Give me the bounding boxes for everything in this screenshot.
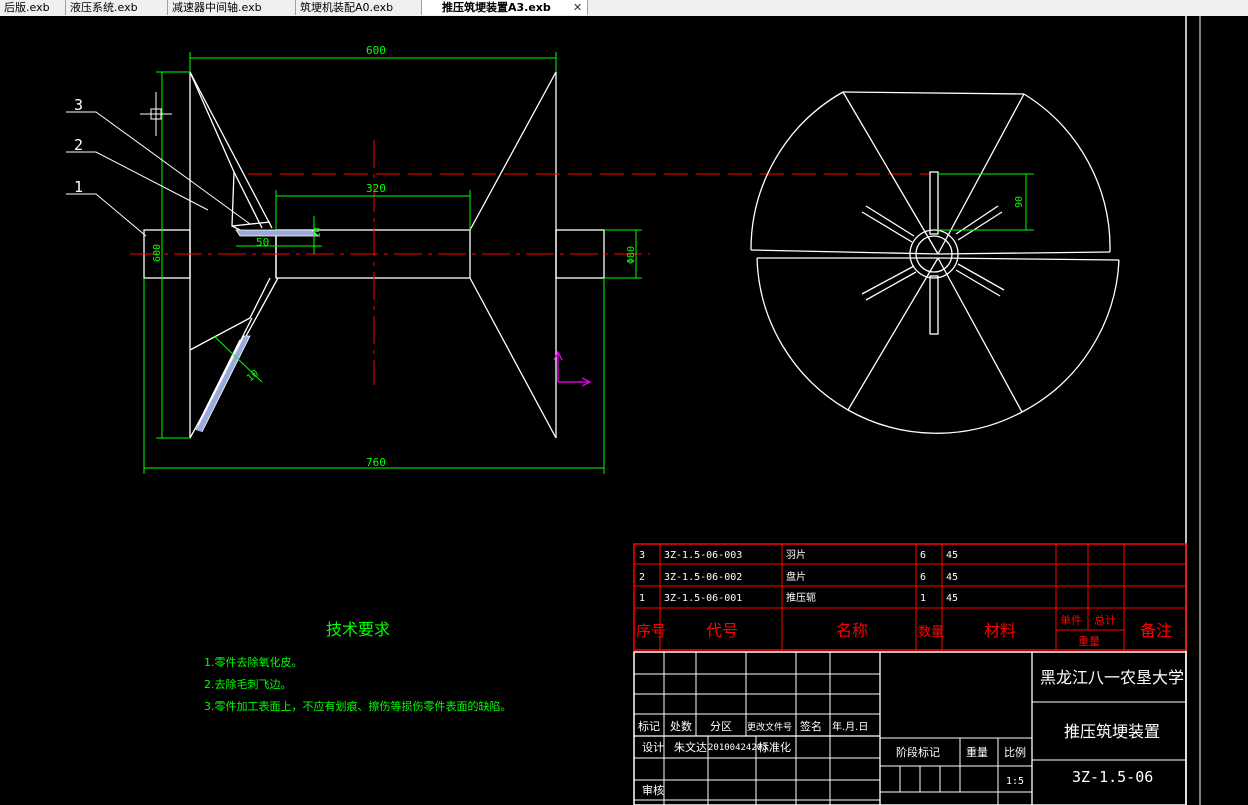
bom-row-2-code: 3Z-1.5-06-002 [664,572,742,583]
bom-header-name: 名称 [836,621,868,640]
tb-design-label: 设计 [642,741,664,754]
bom-row-2-mat: 45 [946,572,958,583]
bom-header-total: 总计 [1094,613,1116,627]
tab-document-1[interactable]: 后版.exb [0,0,66,15]
tech-requirement-1: 1.零件去除氧化皮。 [204,655,303,669]
tb-review: 审核 [642,783,664,797]
dim-top-600: 600 [366,44,386,57]
close-tab-icon[interactable]: ✕ [573,0,582,15]
dim-diameter-80: Φ80 [626,246,637,264]
bom-row-1-mat: 45 [946,593,958,604]
bom-row-1-code: 3Z-1.5-06-001 [664,593,742,604]
callout-1: 1 [74,178,83,196]
tab-label: 液压系统.exb [70,1,138,14]
tb-date: 年.月.日 [832,720,868,733]
bom-row-2-name: 盘片 [786,570,806,583]
bom-row-3-name: 羽片 [786,548,806,561]
tb-sign: 签名 [800,719,822,733]
tb-scale-value: 1:5 [1006,776,1024,787]
dim-weld-50: 50 [256,236,269,249]
bom-row-2-qty: 6 [920,572,926,583]
bom-row-3-no: 3 [639,550,645,561]
tech-requirement-3: 3.零件加工表面上，不应有划痕、擦伤等损伤零件表面的缺陷。 [204,699,512,713]
tab-document-2[interactable]: 液压系统.exb [66,0,168,15]
dim-overall-760: 760 [366,456,386,469]
callout-2: 2 [74,136,83,154]
tb-designer: 朱文达 [674,740,707,754]
dim-10: 10 [313,227,323,238]
bom-header-no: 序号 [636,622,666,640]
tb-count: 处数 [670,720,692,733]
callout-3: 3 [74,96,83,114]
bom-row-3-mat: 45 [946,550,958,561]
tb-school: 黑龙江八一农垦大学 [1040,668,1184,687]
dim-shaft-320: 320 [366,182,386,195]
tab-document-3[interactable]: 减速器中间轴.exb [168,0,296,15]
tab-label: 后版.exb [4,1,50,14]
tb-doc: 更改文件号 [747,721,792,733]
tb-standard: 标准化 [758,740,791,754]
tb-scale: 比例 [1004,745,1026,759]
bom-row-2-no: 2 [639,572,645,583]
bom-header-code: 代号 [706,621,738,640]
tb-zone: 分区 [710,720,732,733]
bom-header-weight: 重量 [1078,634,1100,648]
bom-row-3-qty: 6 [920,550,926,561]
tech-requirements-title: 技术要求 [326,620,390,639]
bom-header-single: 单件 [1060,614,1082,627]
bom-row-3-code: 3Z-1.5-06-003 [664,550,742,561]
bom-row-1-name: 推压轭 [786,591,816,604]
tab-document-4[interactable]: 筑埂机装配A0.exb [296,0,422,15]
dim-blade-90: 90 [1014,196,1025,208]
tech-requirement-2: 2.去除毛刺飞边。 [204,677,292,691]
dim-left-600: 600 [152,244,163,262]
bom-header-qty: 数量 [918,625,944,640]
tb-mark: 标记 [638,719,660,733]
tab-label: 推压筑埂装置A3.exb [442,1,551,14]
bom-header-material: 材料 [984,621,1016,640]
tab-document-5[interactable]: 推压筑埂装置A3.exb [422,0,588,15]
bom-row-1-qty: 1 [920,593,926,604]
tb-drawing-name: 推压筑埂装置 [1064,722,1160,741]
tb-drawing-code: 3Z-1.5-06 [1072,768,1153,786]
drawing-canvas[interactable]: 600 320 600 10 50 Φ80 760 10 3 2 1 90 技术… [0,16,1248,805]
tab-label: 筑埂机装配A0.exb [300,1,394,14]
bom-header-remark: 备注 [1140,621,1172,640]
tb-weight: 重量 [966,745,988,759]
tb-stage: 阶段标记 [896,745,940,759]
bom-row-1-no: 1 [639,593,645,604]
document-tab-bar: 后版.exb 液压系统.exb 减速器中间轴.exb 筑埂机装配A0.exb 推… [0,0,1248,17]
tab-label: 减速器中间轴.exb [172,1,262,14]
weld-seam [235,229,319,237]
